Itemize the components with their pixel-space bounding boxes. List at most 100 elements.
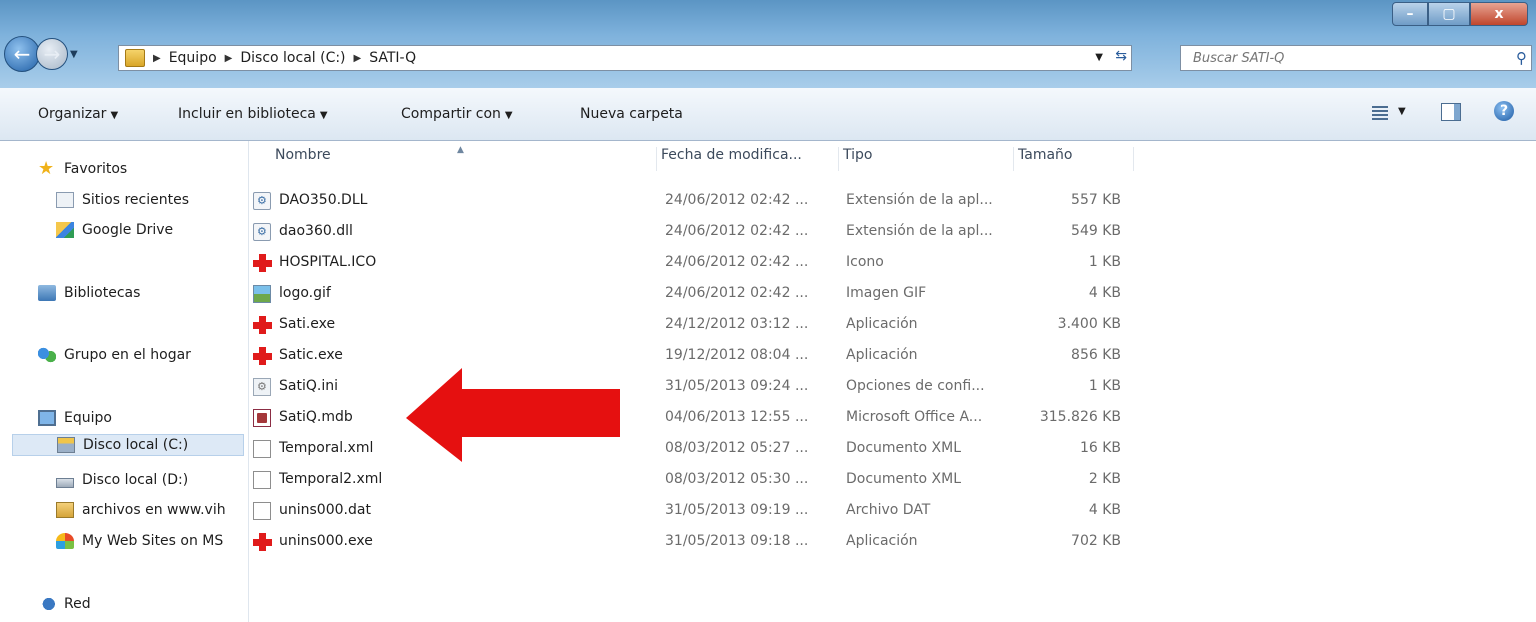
address-history-dropdown[interactable]: ▼ — [1095, 52, 1103, 63]
column-headers: Nombre ▲ Fecha de modifica... Tipo Tamañ… — [249, 141, 1139, 177]
file-type: Icono — [846, 254, 884, 270]
red-cross-icon — [253, 316, 272, 334]
back-button[interactable]: ← — [4, 36, 40, 72]
folder-icon — [125, 49, 145, 67]
file-row[interactable]: HOSPITAL.ICO 24/06/2012 02:42 ... Icono 1 K… — [249, 249, 1139, 277]
organize-menu[interactable]: Organizar ▼ — [38, 106, 118, 122]
libraries-icon — [38, 285, 56, 301]
recent-places-icon — [56, 192, 74, 208]
nav-disk-c[interactable]: Disco local (C:) — [12, 434, 244, 456]
minimize-button[interactable]: – — [1392, 2, 1428, 26]
nav-my-web-sites[interactable]: My Web Sites on MS — [56, 530, 223, 552]
breadcrumb-sati-q[interactable]: SATI-Q — [369, 50, 416, 66]
file-row[interactable]: unins000.dat 31/05/2013 09:19 ... Archivo … — [249, 497, 1139, 525]
file-row[interactable]: SatiQ.mdb 04/06/2013 12:55 ... Microsoft O… — [249, 404, 1139, 432]
file-date: 24/06/2012 02:42 ... — [665, 285, 809, 301]
maximize-button[interactable]: ▢ — [1428, 2, 1470, 26]
forward-button[interactable]: → — [36, 38, 68, 70]
file-date: 08/03/2012 05:30 ... — [665, 471, 809, 487]
dll-icon — [253, 192, 271, 210]
nav-recent-places[interactable]: Sitios recientes — [56, 189, 189, 211]
column-header-type[interactable]: Tipo — [839, 147, 1014, 171]
column-label: Fecha de modifica... — [661, 147, 802, 163]
file-name: Satic.exe — [279, 347, 343, 363]
red-cross-icon — [253, 533, 272, 551]
file-row[interactable]: Satic.exe 19/12/2012 08:04 ... Aplicación 8… — [249, 342, 1139, 370]
drive-c-icon — [57, 437, 75, 453]
nav-network[interactable]: Red — [38, 593, 91, 615]
file-name: Temporal.xml — [279, 440, 374, 456]
search-input[interactable] — [1191, 49, 1495, 67]
file-date: 19/12/2012 08:04 ... — [665, 347, 809, 363]
chevron-down-icon[interactable]: ▼ — [1398, 106, 1406, 117]
file-name: logo.gif — [279, 285, 331, 301]
address-bar[interactable]: ▶ Equipo ▶ Disco local (C:) ▶ SATI-Q ▼ ⇆ — [118, 45, 1132, 71]
search-box[interactable]: ⚲ — [1180, 45, 1532, 71]
nav-homegroup[interactable]: Grupo en el hogar — [38, 344, 191, 366]
web-sites-icon — [56, 533, 74, 549]
red-cross-icon — [253, 347, 272, 365]
nav-archives-web[interactable]: archivos en www.vih — [56, 499, 226, 521]
include-in-library-menu[interactable]: Incluir en biblioteca ▼ — [178, 106, 328, 122]
nav-label: My Web Sites on MS — [82, 533, 224, 549]
search-icon[interactable]: ⚲ — [1516, 49, 1527, 67]
star-icon: ★ — [38, 158, 55, 179]
title-bar: – ▢ x ← → ▼ ▶ Equipo ▶ Disco local (C:) … — [0, 0, 1536, 88]
nav-label: Disco local (D:) — [82, 472, 189, 488]
breadcrumb-disco-c[interactable]: Disco local (C:) — [240, 50, 345, 66]
recent-pages-dropdown[interactable]: ▼ — [70, 49, 78, 60]
breadcrumb-separator[interactable]: ▶ — [354, 53, 362, 64]
file-size: 557 KB — [1071, 192, 1121, 208]
nav-disk-d[interactable]: Disco local (D:) — [56, 469, 188, 491]
file-size: 2 KB — [1088, 471, 1121, 487]
file-row[interactable]: Temporal.xml 08/03/2012 05:27 ... Document… — [249, 435, 1139, 463]
command-toolbar: Organizar ▼ Incluir en biblioteca ▼ Compar… — [0, 88, 1536, 141]
share-with-menu[interactable]: Compartir con ▼ — [401, 106, 513, 122]
file-date: 24/12/2012 03:12 ... — [665, 316, 809, 332]
blank-document-icon — [253, 502, 271, 520]
breadcrumb-separator[interactable]: ▶ — [153, 53, 161, 64]
file-size: 702 KB — [1071, 533, 1121, 549]
network-folder-icon — [56, 502, 74, 518]
breadcrumb-separator[interactable]: ▶ — [225, 53, 233, 64]
file-name: SatiQ.mdb — [279, 409, 353, 425]
drive-d-icon — [56, 478, 74, 488]
close-button[interactable]: x — [1470, 2, 1528, 26]
file-row[interactable]: unins000.exe 31/05/2013 09:18 ... Aplicaci… — [249, 528, 1139, 556]
refresh-icon[interactable]: ⇆ — [1115, 48, 1127, 64]
file-row[interactable]: dao360.dll 24/06/2012 02:42 ... Extensión … — [249, 218, 1139, 246]
file-row[interactable]: Temporal2.xml 08/03/2012 05:30 ... Documen… — [249, 466, 1139, 494]
column-header-date[interactable]: Fecha de modifica... — [657, 147, 839, 171]
file-type: Aplicación — [846, 316, 918, 332]
navigation-buttons: ← → ▼ — [4, 36, 78, 72]
column-header-size[interactable]: Tamaño — [1014, 147, 1134, 171]
file-row[interactable]: logo.gif 24/06/2012 02:42 ... Imagen GIF 4 … — [249, 280, 1139, 308]
file-date: 08/03/2012 05:27 ... — [665, 440, 809, 456]
nav-label: archivos en www.vih — [82, 502, 226, 518]
new-folder-button[interactable]: Nueva carpeta — [580, 106, 683, 122]
dll-icon — [253, 223, 271, 241]
chevron-down-icon: ▼ — [110, 110, 119, 121]
file-row[interactable]: DAO350.DLL 24/06/2012 02:42 ... Extensión … — [249, 187, 1139, 215]
file-name: HOSPITAL.ICO — [279, 254, 377, 270]
red-cross-icon — [253, 254, 272, 272]
column-label: Tipo — [843, 147, 873, 163]
file-row[interactable]: SatiQ.ini 31/05/2013 09:24 ... Opciones de… — [249, 373, 1139, 401]
nav-favorites[interactable]: ★ Favoritos — [38, 158, 127, 180]
column-header-name[interactable]: Nombre ▲ — [271, 145, 657, 171]
file-size: 315.826 KB — [1039, 409, 1121, 425]
change-view-icon[interactable] — [1372, 106, 1388, 120]
file-type: Documento XML — [846, 471, 962, 487]
file-row[interactable]: Sati.exe 24/12/2012 03:12 ... Aplicación 3.… — [249, 311, 1139, 339]
nav-computer[interactable]: Equipo — [38, 407, 112, 429]
nav-label: Favoritos — [64, 161, 128, 177]
include-label: Incluir en biblioteca — [178, 106, 316, 122]
nav-libraries[interactable]: Bibliotecas — [38, 282, 140, 304]
file-name: Sati.exe — [279, 316, 336, 332]
nav-google-drive[interactable]: Google Drive — [56, 219, 173, 241]
breadcrumb-equipo[interactable]: Equipo — [169, 50, 217, 66]
help-icon[interactable]: ? — [1494, 101, 1514, 121]
file-size: 1 KB — [1088, 254, 1121, 270]
preview-pane-icon[interactable] — [1441, 103, 1461, 121]
nav-label: Bibliotecas — [64, 285, 141, 301]
